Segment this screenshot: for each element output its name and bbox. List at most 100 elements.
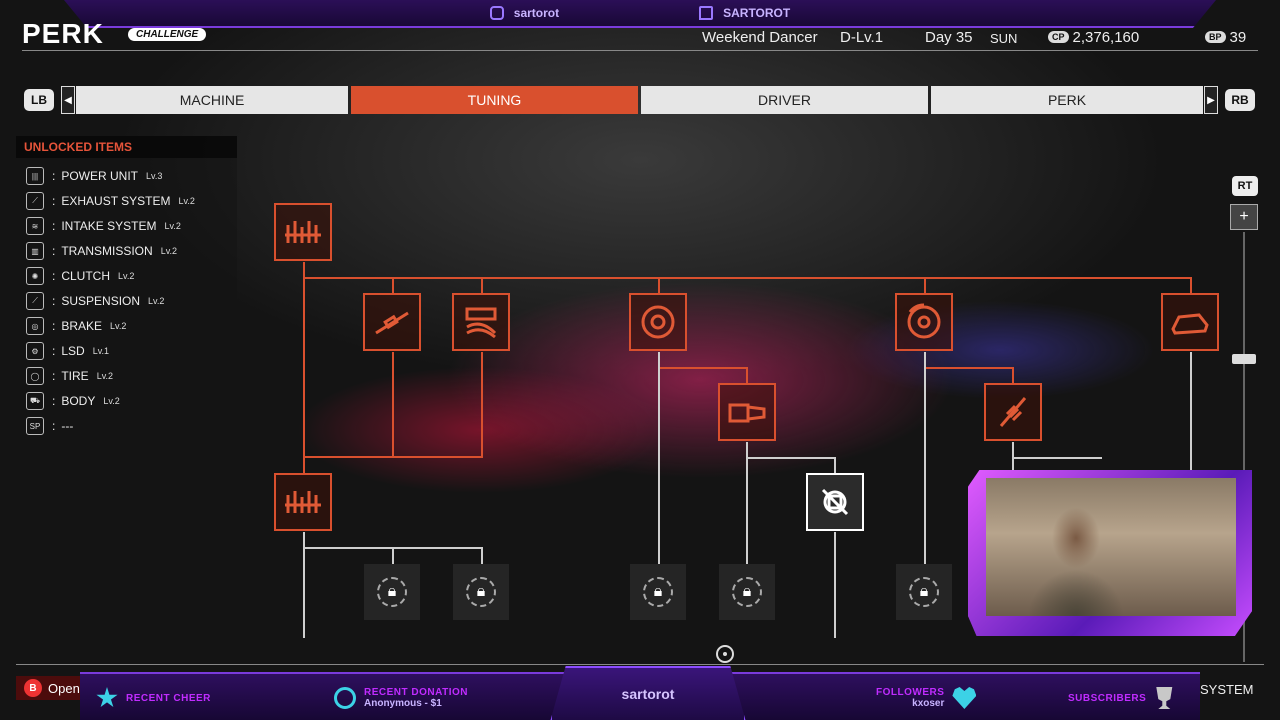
rb-button[interactable]: RB	[1225, 89, 1255, 111]
driver-name: Weekend Dancer	[702, 29, 818, 46]
tree-connector	[658, 277, 660, 293]
lock-icon: 🔒︎	[643, 577, 673, 607]
tree-node-suspension[interactable]	[984, 383, 1042, 441]
lb-button[interactable]: LB	[24, 89, 54, 111]
stream-overlay-top: sartorot SARTOROT	[64, 0, 1216, 28]
tree-node-locked[interactable]: 🔒︎	[364, 564, 420, 620]
instagram-icon	[489, 6, 504, 20]
tree-node-exhaust[interactable]	[363, 293, 421, 351]
tree-connector	[1012, 367, 1014, 383]
driver-level: D-Lv.1	[840, 29, 884, 46]
tree-connector	[303, 262, 305, 458]
unlocked-item: SP: ---	[26, 416, 73, 436]
open-button[interactable]: B Open	[16, 676, 88, 700]
challenge-badge: CHALLENGE	[128, 28, 207, 41]
coin-icon	[334, 687, 356, 709]
unlocked-item: ◎: BRAKE Lv.2	[26, 316, 126, 336]
footer-divider	[16, 664, 1264, 665]
b-button-icon: B	[24, 679, 42, 697]
tree-connector	[392, 352, 394, 458]
unlocked-item: ≋: INTAKE SYSTEM Lv.2	[26, 216, 181, 236]
followers: FOLLOWERS kxoser	[876, 674, 977, 720]
tire-icon: ◯	[26, 367, 44, 385]
tree-node-locked[interactable]: 🔒︎	[630, 564, 686, 620]
tree-connector	[303, 456, 483, 458]
subscribers: SUBSCRIBERS	[1068, 674, 1174, 720]
exhaust-icon: ⟋	[26, 192, 44, 210]
tab-perk[interactable]: PERK	[931, 86, 1203, 114]
tree-node-power-unit-2[interactable]	[274, 473, 332, 531]
unlocked-item: ⟋: EXHAUST SYSTEM Lv.2	[26, 191, 195, 211]
tree-connector-locked	[392, 547, 394, 564]
tree-connector	[1190, 277, 1192, 293]
tree-connector-locked	[1012, 457, 1102, 459]
day-counter: Day 35	[925, 29, 973, 46]
suspension-icon: ⟋	[26, 292, 44, 310]
trophy-icon	[1156, 687, 1173, 709]
lock-icon: 🔒︎	[732, 577, 762, 607]
zoom-slider-thumb[interactable]	[1232, 354, 1256, 364]
lsd-icon	[821, 488, 849, 516]
tree-connector	[303, 277, 1191, 279]
unlocked-items-panel: UNLOCKED ITEMS |||: POWER UNIT Lv.3 ⟋: EX…	[16, 136, 237, 452]
tab-driver[interactable]: DRIVER	[641, 86, 928, 114]
power-unit-icon	[285, 491, 321, 513]
tab-tuning[interactable]: TUNING	[351, 86, 638, 114]
rt-button[interactable]: RT	[1232, 176, 1258, 196]
lock-icon: 🔒︎	[909, 577, 939, 607]
tree-connector	[303, 456, 305, 474]
tree-node-intake[interactable]	[452, 293, 510, 351]
brake-icon: ◎	[26, 317, 44, 335]
tree-node-power-unit[interactable]	[274, 203, 332, 261]
weekday: SUN	[990, 31, 1018, 46]
tree-node-locked[interactable]: 🔒︎	[896, 564, 952, 620]
tree-node-body[interactable]	[1161, 293, 1219, 351]
bp-value: 39	[1229, 29, 1247, 46]
clutch-icon: ✺	[26, 267, 44, 285]
unlocked-item: |||: POWER UNIT Lv.3	[26, 166, 162, 186]
body-icon: ⛟	[26, 392, 44, 410]
heart-icon	[952, 687, 977, 709]
tree-connector	[924, 367, 1014, 369]
system-button[interactable]: SYSTEM	[1200, 682, 1253, 697]
tree-connector	[924, 277, 926, 293]
tab-prev-arrow[interactable]: ◀	[61, 86, 75, 114]
tree-node-locked[interactable]: 🔒︎	[719, 564, 775, 620]
cp-icon: CP	[1048, 31, 1069, 43]
tree-connector-locked	[746, 442, 748, 564]
tree-connector	[392, 277, 394, 293]
tree-node-brake-2[interactable]	[895, 293, 953, 351]
lock-icon: 🔒︎	[377, 577, 407, 607]
channel-name: sartorot	[550, 666, 746, 720]
unlocked-item: ✺: CLUTCH Lv.2	[26, 266, 134, 286]
tree-node-locked[interactable]: 🔒︎	[453, 564, 509, 620]
body-icon	[1171, 313, 1209, 335]
unlocked-item: ▥: TRANSMISSION Lv.2	[26, 241, 177, 261]
unlocked-items-title: UNLOCKED ITEMS	[16, 136, 237, 158]
intake-icon: ≋	[26, 217, 44, 235]
tree-connector	[481, 277, 483, 293]
recent-donation: RECENT DONATION Anonymous - $1	[334, 674, 468, 720]
bp-icon: BP	[1205, 31, 1226, 43]
tree-connector-locked	[481, 547, 483, 564]
twitch-icon	[699, 6, 714, 20]
tab-next-arrow[interactable]: ▶	[1204, 86, 1218, 114]
transmission-icon	[728, 403, 766, 423]
zoom-in-button[interactable]: +	[1230, 204, 1258, 230]
tab-machine[interactable]: MACHINE	[76, 86, 348, 114]
sp-icon: SP	[26, 417, 44, 435]
power-unit-icon	[285, 221, 321, 243]
stream-overlay-bottom: RECENT CHEER RECENT DONATION Anonymous -…	[80, 666, 1200, 720]
tree-connector-locked	[924, 352, 926, 564]
unlocked-item: ⚙: LSD Lv.1	[26, 341, 109, 361]
intake-icon	[465, 307, 497, 339]
recent-cheer: RECENT CHEER	[96, 674, 211, 720]
streamer-video	[1026, 498, 1126, 616]
page-title: PERK	[22, 18, 104, 49]
cp-display: CP 2,376,160	[1048, 29, 1139, 46]
tree-node-transmission[interactable]	[718, 383, 776, 441]
tree-node-brake[interactable]	[629, 293, 687, 351]
tree-node-lsd-selected[interactable]	[806, 473, 864, 531]
webcam-feed	[986, 478, 1236, 616]
suspension-icon	[999, 397, 1027, 427]
